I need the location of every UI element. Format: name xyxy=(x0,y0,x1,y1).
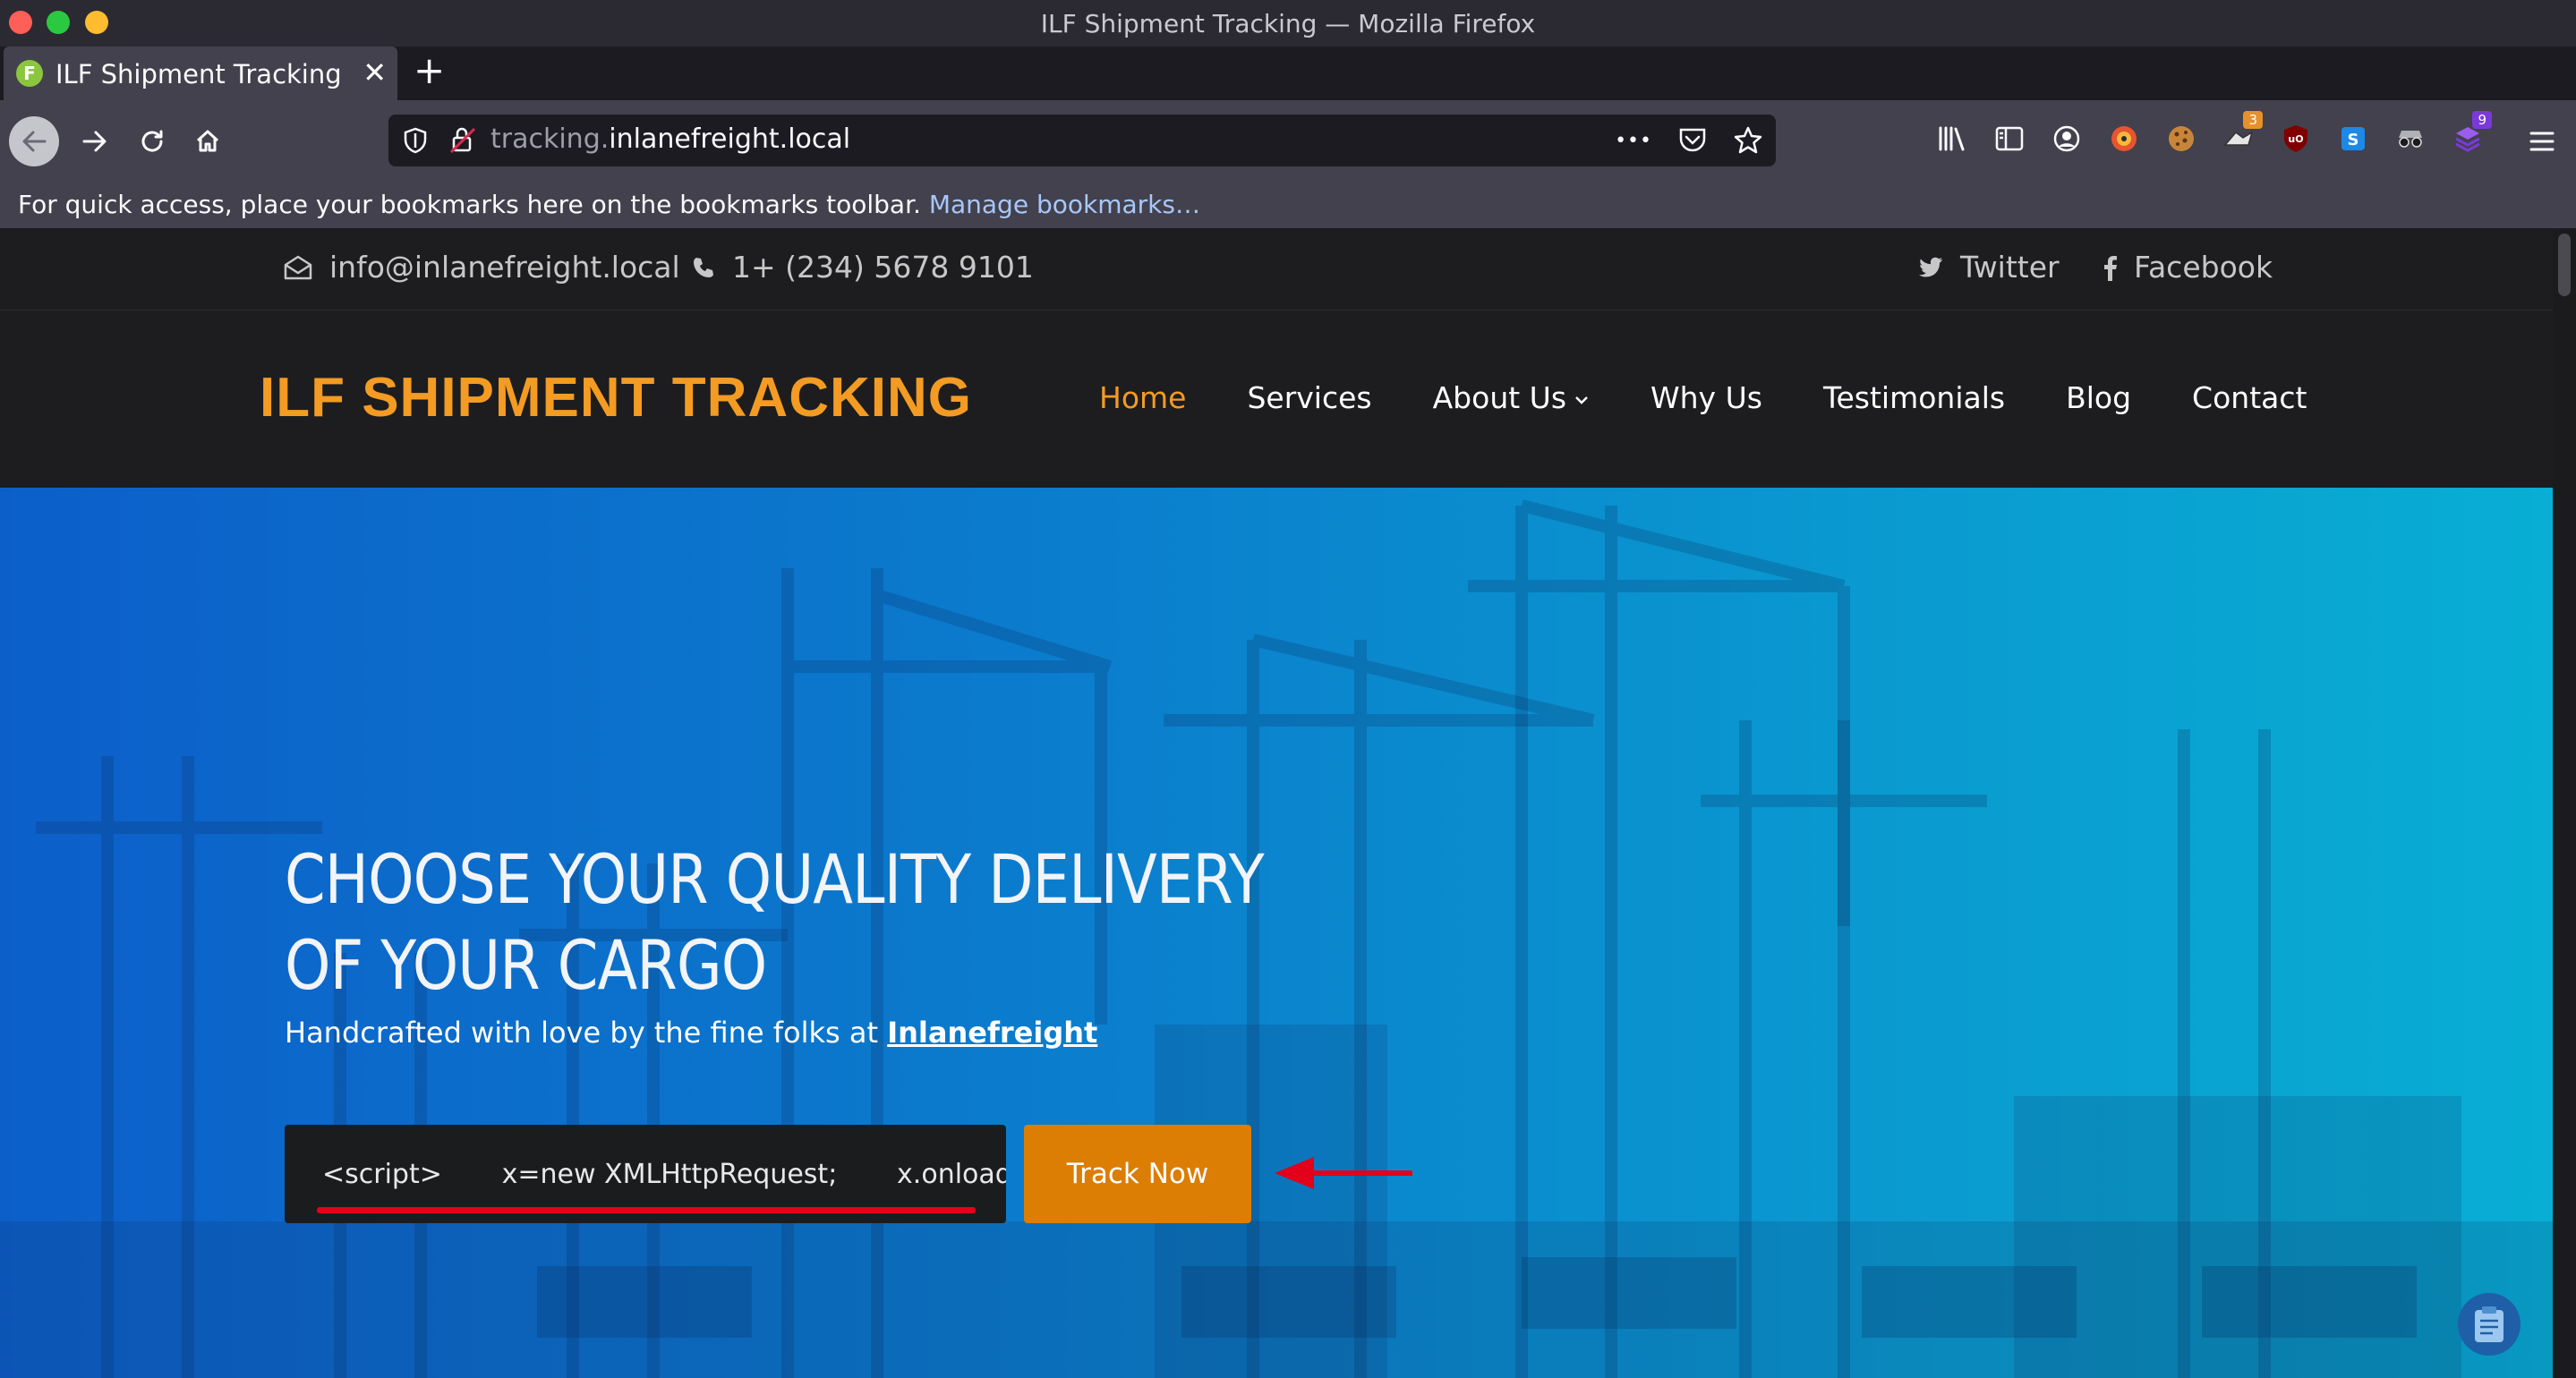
bookmarks-hint: For quick access, place your bookmarks h… xyxy=(18,190,1200,219)
library-icon[interactable] xyxy=(1933,120,1971,157)
clipboard-icon[interactable] xyxy=(2458,1293,2521,1356)
site-logo[interactable]: ILF SHIPMENT TRACKING xyxy=(260,366,972,430)
ublock-icon[interactable]: uO xyxy=(2277,120,2315,157)
hero-title-line-1: CHOOSE YOUR QUALITY DELIVERY xyxy=(285,839,1265,919)
twitter-link[interactable]: Twitter xyxy=(1917,250,2060,285)
extension-badge-count: 3 xyxy=(2243,111,2263,129)
extension-badge-3-icon[interactable]: 3 xyxy=(2220,111,2263,157)
tab-close-icon[interactable]: ✕ xyxy=(363,55,387,89)
browser-tab[interactable]: F ILF Shipment Tracking ✕ xyxy=(4,47,397,100)
phone-icon xyxy=(694,257,713,277)
red-arrow-annotation xyxy=(1275,1157,1412,1189)
hero-title: CHOOSE YOUR QUALITY DELIVERY OF YOUR CAR… xyxy=(285,837,1265,1008)
nav-testimonials[interactable]: Testimonials xyxy=(1823,380,2005,415)
bookmark-star-icon[interactable] xyxy=(1733,125,1763,156)
twitter-label: Twitter xyxy=(1960,250,2060,285)
cookie-icon[interactable] xyxy=(2162,120,2200,157)
home-icon xyxy=(196,130,219,152)
back-button[interactable] xyxy=(9,116,59,166)
extension-badge-9-icon[interactable]: 9 xyxy=(2449,111,2492,157)
hero-subtitle: Handcrafted with love by the fine folks … xyxy=(285,1016,1097,1050)
envelope-icon xyxy=(284,255,312,279)
nav-about-us-label: About Us xyxy=(1432,380,1567,415)
url-subdomain: tracking. xyxy=(490,123,610,155)
svg-text:uO: uO xyxy=(2288,133,2303,145)
top-contact-bar: info@inlanefreight.local 1+ (234) 5678 9… xyxy=(0,230,2553,310)
pocket-icon[interactable] xyxy=(1677,126,1708,155)
facebook-label: Facebook xyxy=(2134,250,2273,285)
sidebar-icon[interactable] xyxy=(1991,120,2028,157)
track-now-button[interactable]: Track Now xyxy=(1024,1125,1251,1223)
nav-home[interactable]: Home xyxy=(1099,380,1186,415)
twitter-icon xyxy=(1919,257,1942,276)
nav-why-us[interactable]: Why Us xyxy=(1651,380,1762,415)
extension-glasses-icon[interactable] xyxy=(2392,120,2429,157)
svg-text:S: S xyxy=(2348,131,2359,149)
insecure-lock-icon[interactable] xyxy=(449,125,476,159)
chevron-down-icon xyxy=(1575,396,1588,404)
url-text[interactable]: tracking.inlanefreight.local xyxy=(490,123,850,155)
hamburger-menu-icon[interactable] xyxy=(2522,122,2562,161)
tab-favicon-icon: F xyxy=(16,60,43,87)
hero-title-line-2: OF YOUR CARGO xyxy=(285,925,767,1005)
bookmarks-toolbar: For quick access, place your bookmarks h… xyxy=(0,181,2576,229)
account-icon[interactable] xyxy=(2048,120,2086,157)
url-bar[interactable]: tracking.inlanefreight.local ••• xyxy=(388,115,1776,166)
site-header: ILF SHIPMENT TRACKING Home Services Abou… xyxy=(0,310,2553,488)
forward-arrow-icon xyxy=(82,131,107,152)
nav-contact[interactable]: Contact xyxy=(2192,380,2307,415)
hero-section: CHOOSE YOUR QUALITY DELIVERY OF YOUR CAR… xyxy=(0,488,2553,1378)
nav-about-us[interactable]: About Us xyxy=(1433,380,1590,415)
bookmarks-hint-text: For quick access, place your bookmarks h… xyxy=(18,190,921,219)
scrollbar-thumb[interactable] xyxy=(2558,234,2571,296)
forward-button[interactable] xyxy=(70,116,120,166)
home-button[interactable] xyxy=(183,116,233,166)
page-actions-icon[interactable]: ••• xyxy=(1615,130,1652,152)
reload-button[interactable] xyxy=(127,116,177,166)
extension-1-icon[interactable] xyxy=(2105,120,2143,157)
extension-badge-count: 9 xyxy=(2472,111,2492,129)
phone-contact[interactable]: 1+ (234) 5678 9101 xyxy=(691,250,1034,285)
extension-s-icon[interactable]: S xyxy=(2334,120,2372,157)
red-underline-annotation xyxy=(317,1207,976,1213)
phone-text: 1+ (234) 5678 9101 xyxy=(732,250,1034,285)
back-arrow-icon xyxy=(22,131,47,152)
main-navigation: Home Services About Us Why Us Testimonia… xyxy=(1099,380,2307,415)
window-titlebar: ILF Shipment Tracking — Mozilla Firefox xyxy=(0,0,2576,47)
facebook-icon xyxy=(2104,255,2117,281)
reload-icon xyxy=(141,130,163,152)
nav-blog[interactable]: Blog xyxy=(2066,380,2131,415)
manage-bookmarks-link[interactable]: Manage bookmarks… xyxy=(929,190,1200,219)
window-title: ILF Shipment Tracking — Mozilla Firefox xyxy=(1040,9,1536,38)
email-contact[interactable]: info@inlanefreight.local xyxy=(283,250,680,285)
web-page: info@inlanefreight.local 1+ (234) 5678 9… xyxy=(0,230,2553,1378)
new-tab-button[interactable]: + xyxy=(414,52,445,89)
nav-services[interactable]: Services xyxy=(1247,380,1371,415)
navigation-toolbar: tracking.inlanefreight.local ••• 3 uO S … xyxy=(0,100,2576,181)
inlanefreight-link[interactable]: Inlanefreight xyxy=(887,1016,1097,1050)
hero-subtitle-text: Handcrafted with love by the fine folks … xyxy=(285,1016,888,1050)
tab-title: ILF Shipment Tracking xyxy=(55,59,342,89)
page-scrollbar[interactable] xyxy=(2553,230,2576,1378)
url-domain: inlanefreight.local xyxy=(609,123,851,155)
facebook-link[interactable]: Facebook xyxy=(2102,250,2273,285)
email-text: info@inlanefreight.local xyxy=(329,250,680,285)
tracking-shield-icon[interactable] xyxy=(403,127,428,157)
